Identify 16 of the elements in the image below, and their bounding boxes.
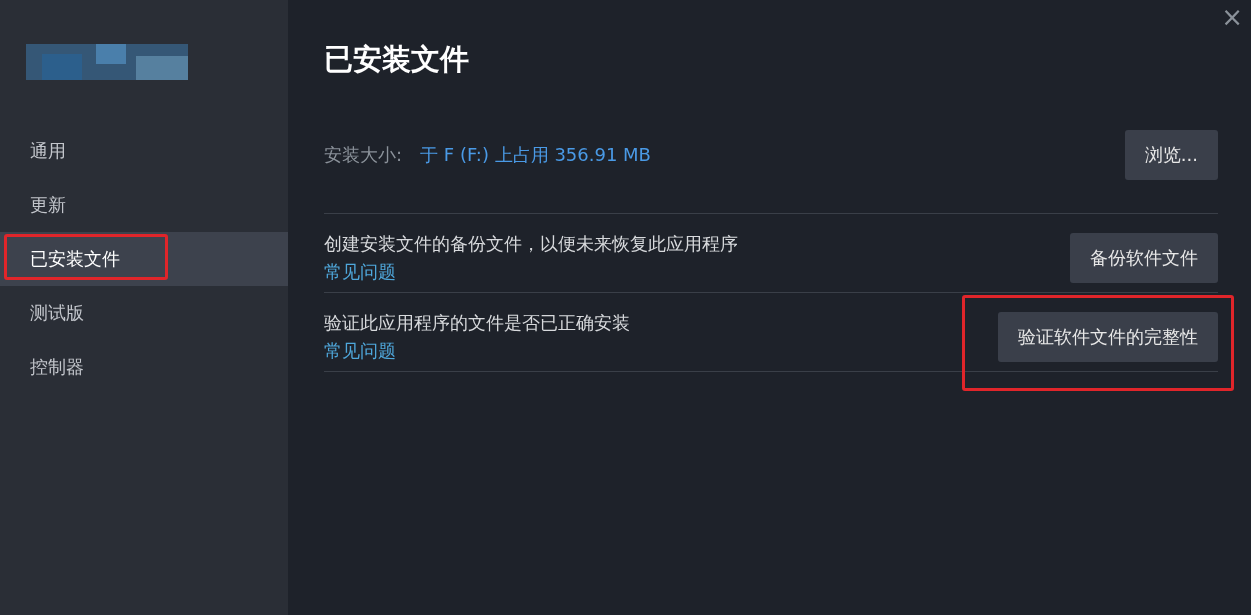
faq-link[interactable]: 常见问题 [324,339,396,363]
browse-button[interactable]: 浏览... [1124,130,1218,180]
action-description: 验证此应用程序的文件是否已正确安装 [324,311,630,335]
faq-link[interactable]: 常见问题 [324,260,396,284]
action-button[interactable]: 验证软件文件的完整性 [998,312,1218,362]
page-title: 已安装文件 [324,41,470,78]
close-icon[interactable]: × [1221,2,1243,32]
action-button[interactable]: 备份软件文件 [1070,233,1218,283]
sidebar-item[interactable]: 控制器 [0,340,288,394]
action-description: 创建安装文件的备份文件，以便未来恢复此应用程序 [324,232,738,256]
sidebar-item[interactable]: 已安装文件 [0,232,288,286]
install-size-label: 安装大小: [324,144,403,165]
sidebar-item[interactable]: 通用 [0,124,288,178]
sidebar-item[interactable]: 更新 [0,178,288,232]
install-size-value: 于 F (F:) 上占用 356.91 MB [420,144,651,165]
sidebar-item[interactable]: 测试版 [0,286,288,340]
